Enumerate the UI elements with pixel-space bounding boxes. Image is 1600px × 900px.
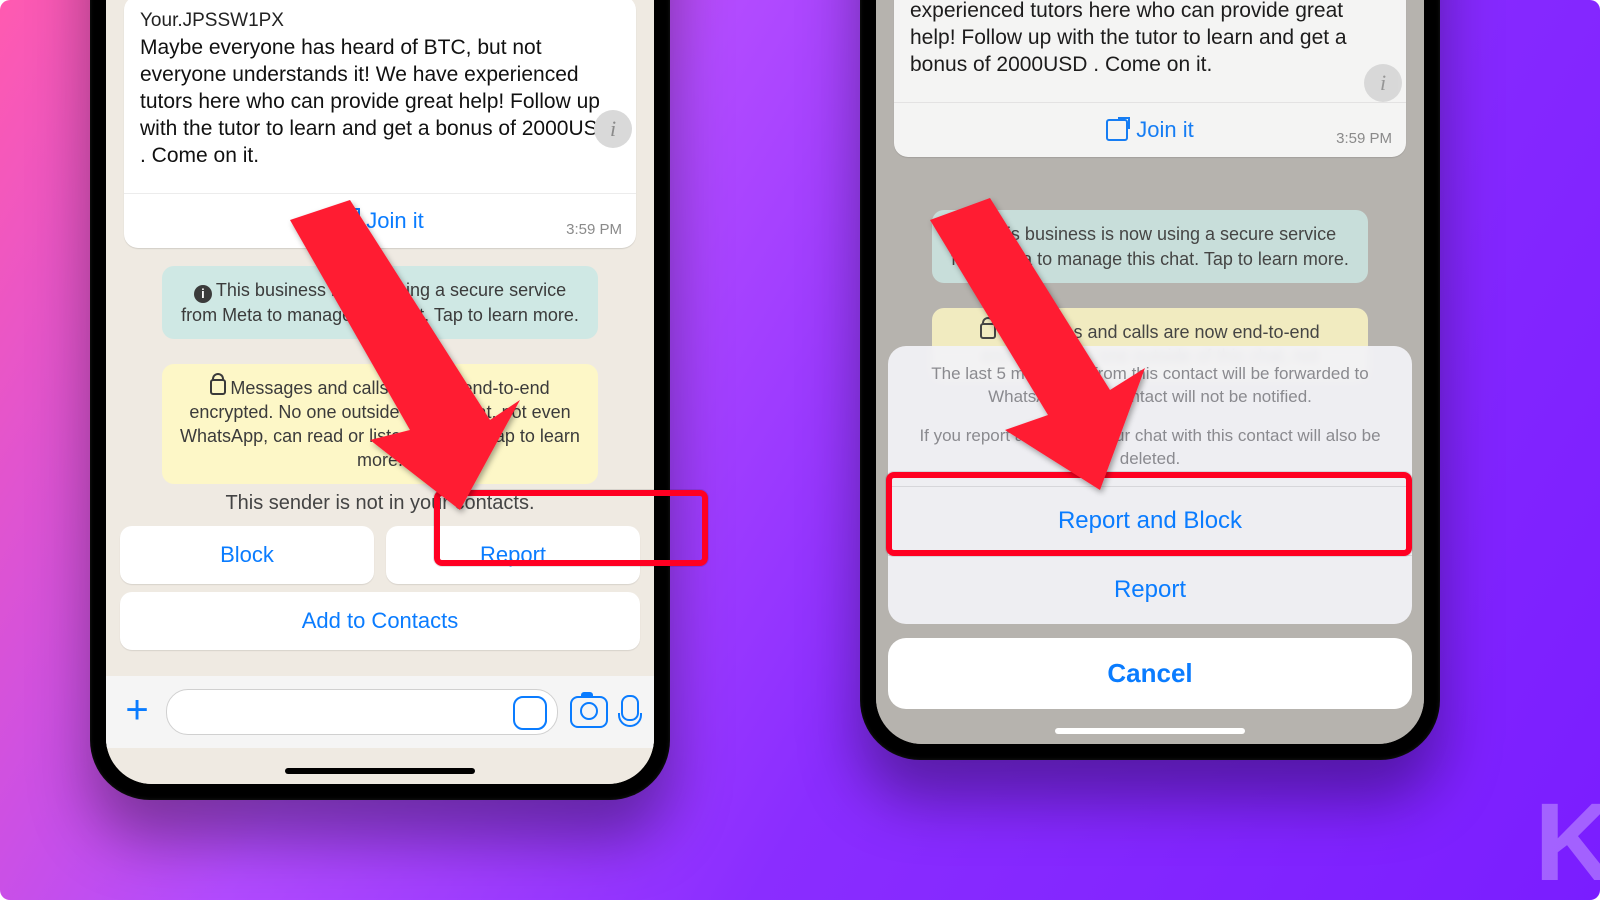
screen-left: Your.JPSSW1PX Maybe everyone has heard o… (106, 0, 654, 784)
block-button[interactable]: Block (120, 526, 374, 584)
system-e2e-notice[interactable]: Messages and calls are now end-to-end en… (162, 364, 598, 484)
sheet-message-1: The last 5 messages from this contact wi… (888, 346, 1412, 424)
cancel-label: Cancel (1107, 658, 1192, 688)
report-only-button[interactable]: Report (888, 555, 1412, 624)
home-indicator (1055, 728, 1245, 734)
block-label: Block (220, 542, 274, 567)
cancel-button[interactable]: Cancel (888, 638, 1412, 709)
message-code-line: Your.JPSSW1PX (140, 10, 620, 32)
mic-icon[interactable] (620, 695, 640, 729)
message-input[interactable] (166, 689, 558, 735)
phone-left: Your.JPSSW1PX Maybe everyone has heard o… (90, 0, 670, 800)
highlight-box-report-block (886, 472, 1412, 556)
incoming-message-bubble[interactable]: Your.JPSSW1PX Maybe everyone has heard o… (124, 0, 636, 248)
info-small-icon: i (194, 285, 212, 303)
message-timestamp: 3:59 PM (566, 221, 622, 238)
system-secure-notice[interactable]: iThis business is now using a secure ser… (162, 266, 598, 339)
highlight-box-report (434, 490, 708, 566)
join-link-row[interactable]: Join it (124, 193, 636, 248)
add-to-contacts-label: Add to Contacts (302, 608, 459, 633)
report-only-label: Report (1114, 576, 1186, 603)
add-contact-row: Add to Contacts (120, 592, 640, 650)
system-secure-text: This business is now using a secure serv… (181, 280, 579, 325)
join-link-label: Join it (366, 208, 423, 234)
attach-button[interactable]: + (120, 695, 154, 729)
home-indicator (285, 768, 475, 774)
composer-bar: + (106, 676, 654, 748)
screen-right: but not everyone understands it! We have… (876, 0, 1424, 744)
add-to-contacts-button[interactable]: Add to Contacts (120, 592, 640, 650)
system-e2e-text: Messages and calls are now end-to-end en… (180, 378, 580, 470)
watermark: K (1535, 779, 1600, 900)
sticker-icon[interactable] (513, 696, 547, 730)
lock-icon (210, 379, 226, 395)
camera-icon[interactable] (570, 696, 608, 728)
stage: Your.JPSSW1PX Maybe everyone has heard o… (0, 0, 1600, 900)
info-icon[interactable]: i (594, 110, 632, 148)
message-body: Maybe everyone has heard of BTC, but not… (140, 34, 620, 169)
external-link-icon (336, 210, 358, 232)
phone-right: but not everyone understands it! We have… (860, 0, 1440, 760)
